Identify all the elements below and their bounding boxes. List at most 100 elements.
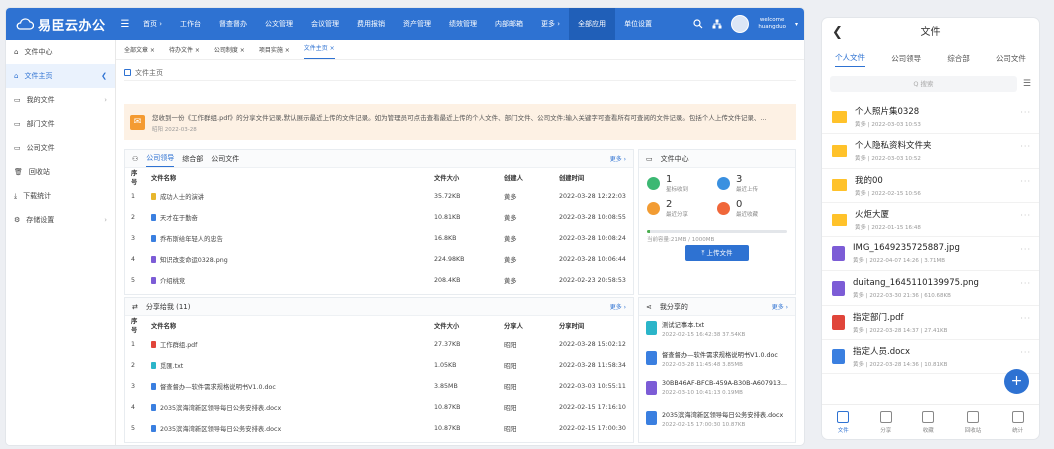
bottom-nav-item[interactable]: 分享 (879, 410, 892, 434)
file-name[interactable]: 工作群组.pdf (160, 342, 197, 349)
sidebar-item[interactable]: ▭ 我的文件 › (6, 88, 115, 112)
stat-number: 3 (736, 174, 743, 185)
nav-item[interactable]: 资产管理 (394, 8, 440, 40)
upload-button[interactable]: ⤒ 上传文件 (685, 245, 749, 261)
table-row[interactable]: 3 乔布斯给年轻人的忠告 16.8KB 黄多 2022-03-28 10:08:24 (125, 228, 633, 249)
file-name[interactable]: 知识改变命运0328.png (160, 257, 228, 264)
list-item[interactable]: 个人照片集0328 黄多 | 2022-03-03 10:53 ··· (822, 100, 1039, 135)
table-row[interactable]: 1 成功人士的演讲 35.72KB 黄多 2022-03-28 12:22:03 (125, 186, 633, 207)
table-row[interactable]: 5 2035滨海湾新区领导每日公务安排表.docx 10.87KB 昭阳 2022-02… (125, 418, 633, 439)
panel-tab[interactable]: 综合部 (182, 154, 203, 164)
share-item[interactable]: 2035滨海湾新区领导每日公务安排表.docx 2022-02-15 17:00:… (639, 406, 795, 436)
more-options-icon[interactable]: ··· (1020, 314, 1031, 323)
panel-tab[interactable]: 公司领导 (146, 151, 175, 167)
notice-banner[interactable]: ✉ 您收到一份《工作群组.pdf》的分享文件记录,默认展示最近上传的文件记录。如… (124, 104, 796, 140)
file-name[interactable]: 介绍桃竞 (160, 278, 185, 285)
menu-toggle-icon[interactable]: ☰ (116, 19, 134, 30)
column-header: 分享时间 (559, 322, 585, 330)
sidebar-item[interactable]: ⤓ 下载统计 (6, 184, 115, 208)
share-item[interactable]: 30BB46AF-BFCB-459A-B30B-A607913... 2022-0… (639, 376, 795, 406)
more-options-icon[interactable]: ··· (1020, 108, 1031, 117)
file-name[interactable]: 2035滨海湾新区领导每日公务安排表.docx (160, 405, 281, 412)
sidebar-item[interactable]: 🗑 回收站 (6, 160, 115, 184)
list-item[interactable]: 个人隐私资料文件夹 黄多 | 2022-03-03 10:52 ··· (822, 134, 1039, 169)
list-item[interactable]: 火炬大厦 黄多 | 2022-01-15 16:48 ··· (822, 203, 1039, 238)
bottom-nav-item[interactable]: 收藏 (922, 410, 935, 434)
sidebar-item[interactable]: ⚙ 存储设置 › (6, 208, 115, 232)
page-tab[interactable]: 文件主页 × (303, 40, 335, 59)
list-item[interactable]: 指定人员.docx 黄多 | 2022-03-28 14:36 | 10.81KB… (822, 340, 1039, 375)
table-row[interactable]: 4 2035滨海湾新区领导每日公务安排表.docx 10.87KB 昭阳 2022-02… (125, 397, 633, 418)
share-item[interactable]: 督查督办—软件需求规格说明书V1.0.doc 2022-03-28 11:45:4… (639, 346, 795, 376)
list-item[interactable]: IMG_1649235725887.jpg 黄多 | 2022-04-07 14:… (822, 237, 1039, 272)
list-item[interactable]: 我的00 黄多 | 2022-02-15 10:56 ··· (822, 169, 1039, 203)
more-link[interactable]: 更多 › (610, 154, 626, 163)
table-row[interactable]: 4 知识改变命运0328.png 224.98KB 黄多 2022-03-28 10:0… (125, 249, 633, 270)
add-button[interactable]: + (1004, 369, 1029, 394)
chevron-icon: ❮ (101, 72, 107, 80)
nav-item[interactable]: 绩效管理 (440, 8, 486, 40)
app-logo[interactable]: 易臣云办公 (6, 8, 116, 40)
sidebar-item[interactable]: ▭ 公司文件 (6, 136, 115, 160)
table-row[interactable]: 2 觅匯.txt 1.05KB 昭阳 2022-03-28 11:58:34 (125, 355, 633, 376)
sidebar-item[interactable]: ⌂ 文件主页 ❮ (6, 64, 115, 88)
table-row[interactable]: 3 督查督办—软件需求规格说明书V1.0.doc 3.85MB 昭阳 2022-03-0… (125, 376, 633, 397)
file-name[interactable]: 乔布斯给年轻人的忠告 (160, 236, 223, 243)
file-name[interactable]: 2035滨海湾新区领导每日公务安排表.docx (160, 426, 281, 433)
mobile-tab[interactable]: 综合部 (947, 53, 970, 64)
bottom-nav-item[interactable]: 文件 (837, 410, 850, 434)
page-tab[interactable]: 全部文章 × (124, 45, 155, 54)
page-tab[interactable]: 公司制度 × (214, 45, 245, 54)
sidebar-item[interactable]: ▭ 部门文件 (6, 112, 115, 136)
nav-item[interactable]: 全部应用 (569, 8, 616, 40)
list-view-icon[interactable]: ☰ (1023, 79, 1031, 89)
more-options-icon[interactable]: ··· (1020, 245, 1031, 254)
file-name[interactable]: 天才在于勤奋 (160, 215, 198, 222)
page-tab[interactable]: 项目实施 × (259, 45, 290, 54)
table-row[interactable]: 2 天才在于勤奋 10.81KB 黄多 2022-03-28 10:08:55 (125, 207, 633, 228)
stat-item[interactable]: 0 最近收藏 (717, 199, 787, 218)
more-options-icon[interactable]: ··· (1020, 348, 1031, 357)
stat-item[interactable]: 3 最近上传 (717, 174, 787, 193)
file-name[interactable]: 成功人士的演讲 (160, 194, 204, 201)
nav-item[interactable]: 工作台 (171, 8, 210, 40)
user-welcome[interactable]: welcome huangduo (758, 17, 786, 31)
bottom-nav-item[interactable]: 统计 (1011, 410, 1024, 434)
nav-item[interactable]: 会议管理 (302, 8, 348, 40)
stat-item[interactable]: 2 最近分享 (647, 199, 717, 218)
more-options-icon[interactable]: ··· (1020, 177, 1031, 186)
search-input[interactable]: Q 搜索 (830, 76, 1017, 92)
nav-item[interactable]: 首页 › (134, 8, 171, 40)
more-link[interactable]: 更多 › (610, 302, 626, 311)
stat-item[interactable]: 1 星标收到 (647, 174, 717, 193)
avatar[interactable] (731, 15, 750, 33)
mobile-tab[interactable]: 个人文件 (835, 49, 866, 67)
mobile-tab[interactable]: 公司文件 (996, 53, 1026, 64)
file-name[interactable]: 觅匯.txt (160, 363, 183, 370)
bottom-nav-item[interactable]: 回收站 (965, 410, 981, 434)
nav-item[interactable]: 费用报销 (348, 8, 394, 40)
table-row[interactable]: 1 工作群组.pdf 27.37KB 昭阳 2022-03-28 15:02:12 (125, 334, 633, 355)
nav-item[interactable]: 公文管理 (256, 8, 302, 40)
org-chart-icon[interactable] (712, 19, 722, 29)
table-row[interactable]: 5 介绍桃竞 208.4KB 黄多 2022-02-23 20:58:53 (125, 270, 633, 291)
more-options-icon[interactable]: ··· (1020, 279, 1031, 288)
list-item[interactable]: 指定部门.pdf 黄多 | 2022-03-28 14:37 | 27.41KB ·… (822, 306, 1039, 341)
file-name[interactable]: 督查督办—软件需求规格说明书V1.0.doc (160, 384, 276, 391)
nav-item[interactable]: 内部邮箱 (486, 8, 532, 40)
more-link[interactable]: 更多 › (772, 302, 788, 311)
panel-tab[interactable]: 公司文件 (211, 154, 239, 164)
nav-item[interactable]: 更多 › (532, 8, 569, 40)
search-icon[interactable] (693, 19, 703, 29)
nav-item[interactable]: 单位设置 (615, 8, 661, 40)
mobile-tab[interactable]: 公司领导 (891, 53, 921, 64)
table-cell: 10.81KB (434, 214, 461, 221)
nav-item[interactable]: 督查督办 (210, 8, 256, 40)
more-options-icon[interactable]: ··· (1020, 211, 1031, 220)
list-item[interactable]: duitang_1645110139975.png 黄多 | 2022-03-30… (822, 271, 1039, 306)
back-icon[interactable]: ❮ (832, 18, 843, 48)
chevron-down-icon[interactable]: ▾ (795, 21, 798, 28)
share-item[interactable]: 测试记事本.txt 2022-02-15 16:42:38 37.54KB (639, 316, 795, 346)
page-tab[interactable]: 待办文件 × (169, 45, 200, 54)
more-options-icon[interactable]: ··· (1020, 142, 1031, 151)
